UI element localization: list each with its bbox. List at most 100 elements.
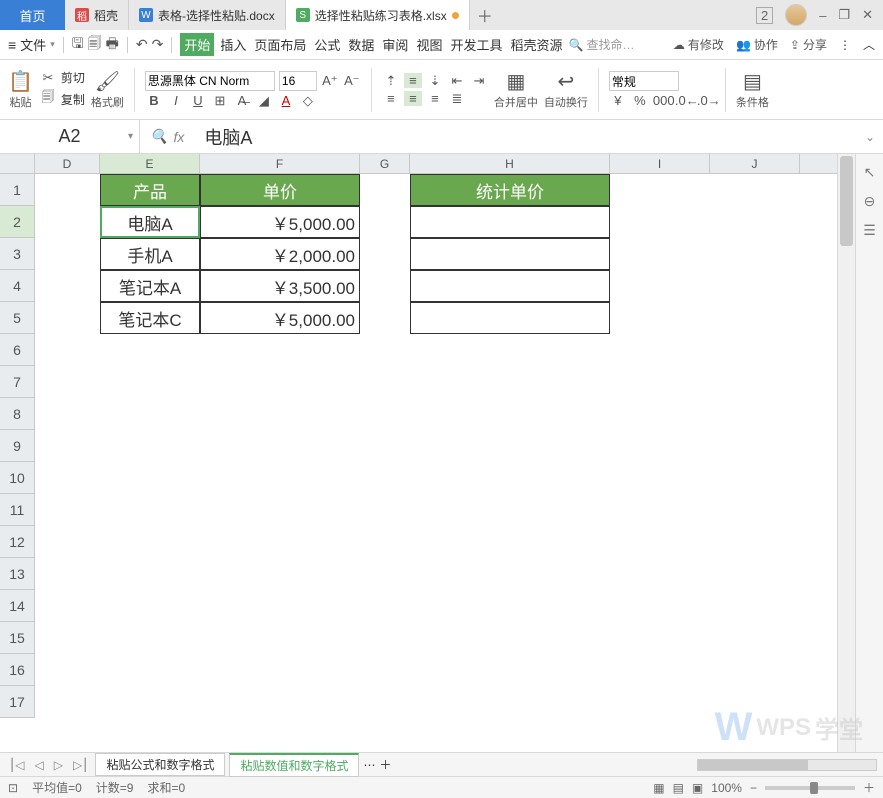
distribute-icon[interactable]: ≣ — [448, 91, 466, 107]
cell-E4[interactable]: 笔记本A — [100, 270, 200, 302]
save-icon[interactable]: 🖫 — [72, 33, 84, 57]
align-bottom-icon[interactable]: ⇣ — [426, 73, 444, 89]
cell-F3[interactable]: ￥2,000.00 — [200, 238, 360, 270]
menu-tab-review[interactable]: 审阅 — [380, 35, 410, 54]
sheet-nav-next[interactable]: ▷ — [51, 758, 66, 772]
select-tool-icon[interactable]: ↖ — [864, 164, 876, 181]
name-box[interactable]: A2 — [0, 120, 140, 153]
col-header-J[interactable]: J — [710, 154, 800, 173]
italic-button[interactable]: I — [167, 93, 185, 108]
border-button[interactable]: ⊞ — [211, 93, 229, 109]
cells-container[interactable]: 产品 单价 统计单价 电脑A ￥5,000.00 手机A ￥2,000.00 笔… — [35, 174, 837, 718]
doc-tab-daoqiao[interactable]: 稻 稻壳 — [65, 0, 129, 30]
scrollbar-thumb[interactable] — [698, 760, 808, 770]
copy-button[interactable]: 🗐复制 — [39, 88, 85, 110]
row-header[interactable]: 17 — [0, 686, 35, 718]
menu-tab-resource[interactable]: 稻壳资源 — [508, 35, 564, 54]
font-size-select[interactable] — [279, 71, 317, 91]
conditional-format-button[interactable]: ▤条件格 — [736, 69, 769, 110]
zoom-in-button[interactable]: ＋ — [863, 779, 875, 796]
undo-icon[interactable]: ↶ — [136, 36, 148, 53]
row-header[interactable]: 6 — [0, 334, 35, 366]
indent-right-icon[interactable]: ⇥ — [470, 73, 488, 89]
expand-formula-icon[interactable]: ⌄ — [857, 130, 883, 144]
cell-E1[interactable]: 产品 — [100, 174, 200, 206]
cell-F4[interactable]: ￥3,500.00 — [200, 270, 360, 302]
number-format-select[interactable] — [609, 71, 679, 91]
col-header-G[interactable]: G — [360, 154, 410, 173]
sheet-nav-first[interactable]: ⎮◁ — [6, 758, 27, 772]
col-header-E[interactable]: E — [100, 154, 200, 173]
percent-icon[interactable]: % — [631, 93, 649, 108]
increase-font-icon[interactable]: A⁺ — [321, 73, 339, 89]
collab-button[interactable]: 👥 协作 — [736, 36, 778, 53]
cell-E3[interactable]: 手机A — [100, 238, 200, 270]
bold-button[interactable]: B — [145, 93, 163, 108]
align-middle-icon[interactable]: ≡ — [404, 73, 422, 88]
collapse-ribbon-icon[interactable]: ︿ — [863, 36, 875, 53]
box-indicator[interactable]: 2 — [756, 7, 773, 24]
sheet-add-icon[interactable]: ＋ — [379, 756, 391, 773]
avatar[interactable] — [785, 4, 807, 26]
file-menu[interactable]: 文件 — [20, 35, 46, 54]
close-button[interactable]: ✕ — [862, 7, 873, 23]
row-header[interactable]: 14 — [0, 590, 35, 622]
menu-tab-dev[interactable]: 开发工具 — [448, 35, 504, 54]
view-page-icon[interactable]: ▤ — [673, 781, 684, 795]
scrollbar-thumb[interactable] — [840, 156, 853, 246]
col-header-D[interactable]: D — [35, 154, 100, 173]
settings-icon[interactable]: ⊖ — [864, 193, 876, 210]
row-header[interactable]: 1 — [0, 174, 35, 206]
decrease-font-icon[interactable]: A⁻ — [343, 73, 361, 89]
currency-icon[interactable]: ¥ — [609, 93, 627, 108]
menu-tab-layout[interactable]: 页面布局 — [252, 35, 308, 54]
align-right-icon[interactable]: ≡ — [426, 91, 444, 106]
row-header[interactable]: 12 — [0, 526, 35, 558]
vertical-scrollbar[interactable] — [837, 154, 855, 752]
lookup-icon[interactable]: 🔍 — [150, 128, 167, 145]
format-painter-button[interactable]: 🖌格式刷 — [91, 69, 124, 110]
menu-tab-formula[interactable]: 公式 — [312, 35, 342, 54]
cell-H1[interactable]: 统计单价 — [410, 174, 610, 206]
strike-button[interactable]: A̶ — [233, 93, 251, 108]
cell-F5[interactable]: ￥5,000.00 — [200, 302, 360, 334]
menu-tab-start[interactable]: 开始 — [180, 33, 214, 56]
search-box[interactable]: 🔍 查找命… — [568, 36, 634, 53]
menu-tab-view[interactable]: 视图 — [414, 35, 444, 54]
formula-input[interactable]: 电脑A — [194, 124, 252, 150]
print-icon[interactable]: 🖶 — [106, 33, 119, 57]
clear-format-button[interactable]: ◇ — [299, 93, 317, 109]
cell-H3[interactable] — [410, 238, 610, 270]
share-button[interactable]: ⇪ 分享 — [790, 36, 827, 53]
cell-H2[interactable] — [410, 206, 610, 238]
spreadsheet-grid[interactable]: D E F G H I J 1 2 3 4 5 6 7 8 9 10 11 12… — [0, 154, 837, 752]
fx-icon[interactable]: fx — [173, 129, 184, 145]
menu-tab-data[interactable]: 数据 — [346, 35, 376, 54]
cell-F1[interactable]: 单价 — [200, 174, 360, 206]
row-header[interactable]: 7 — [0, 366, 35, 398]
cell-H4[interactable] — [410, 270, 610, 302]
zoom-out-button[interactable]: − — [750, 781, 757, 795]
align-left-icon[interactable]: ≡ — [382, 91, 400, 106]
view-normal-icon[interactable]: ▦ — [653, 781, 664, 795]
cell-E2[interactable]: 电脑A — [100, 206, 200, 238]
font-name-select[interactable] — [145, 71, 275, 91]
fill-color-button[interactable]: ◢ — [255, 93, 273, 109]
col-header-F[interactable]: F — [200, 154, 360, 173]
view-break-icon[interactable]: ▣ — [692, 781, 703, 795]
doc-tab-sheet[interactable]: S 选择性粘贴练习表格.xlsx — [286, 0, 470, 30]
row-header[interactable]: 10 — [0, 462, 35, 494]
menu-tab-insert[interactable]: 插入 — [218, 35, 248, 54]
col-header-I[interactable]: I — [610, 154, 710, 173]
properties-icon[interactable]: ☰ — [863, 222, 876, 239]
pending-changes[interactable]: ☁ 有修改 — [673, 36, 724, 53]
row-header[interactable]: 15 — [0, 622, 35, 654]
sheet-tab[interactable]: 粘贴公式和数字格式 — [95, 753, 225, 776]
paste-button[interactable]: 📋粘贴 — [8, 69, 33, 110]
cell-H5[interactable] — [410, 302, 610, 334]
row-header[interactable]: 4 — [0, 270, 35, 302]
new-tab-button[interactable]: ＋ — [470, 0, 500, 30]
hamburger-icon[interactable]: ≡ — [8, 37, 16, 53]
redo-icon[interactable]: ↷ — [152, 36, 164, 53]
row-header[interactable]: 11 — [0, 494, 35, 526]
